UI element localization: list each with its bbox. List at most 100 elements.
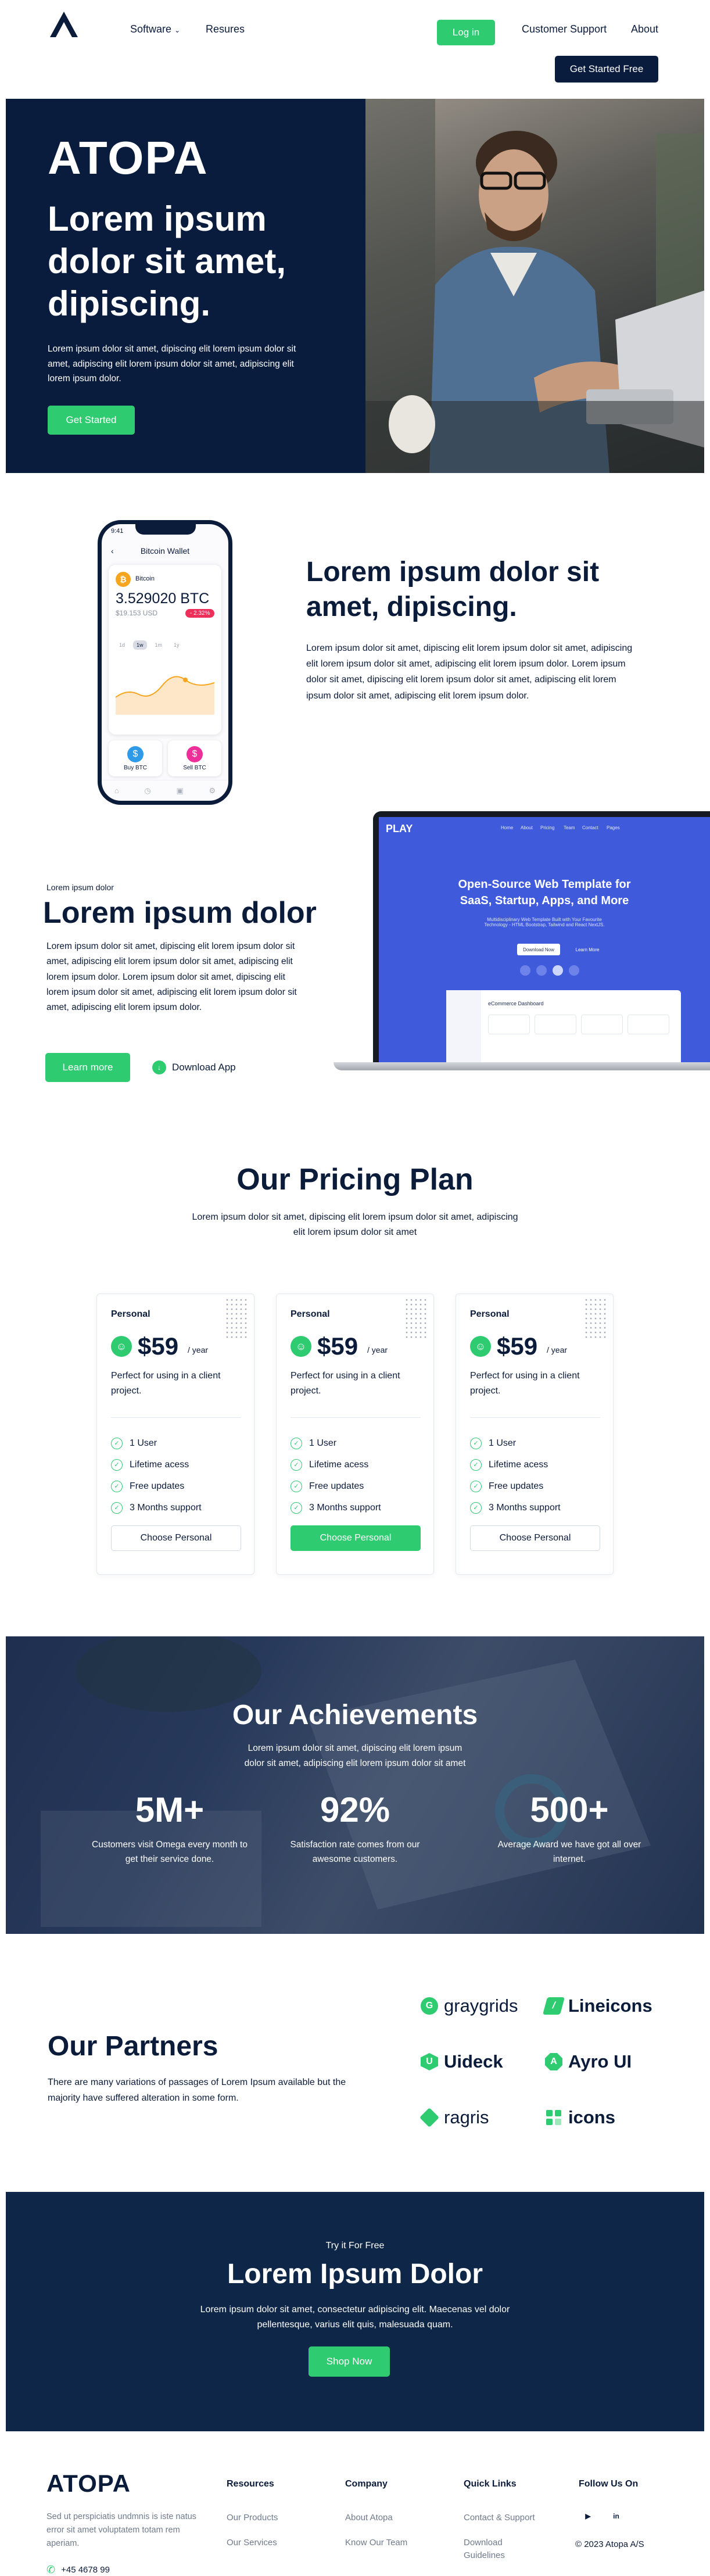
change-badge: - 2.32%: [185, 609, 215, 618]
nav-software[interactable]: Software ⌄: [130, 23, 180, 35]
footer-link[interactable]: Our Services: [227, 2536, 278, 2550]
plan-feature: ✓ Lifetime acess: [291, 1454, 381, 1475]
shop-now-button[interactable]: Shop Now: [309, 2346, 390, 2377]
plan-price: $59: [138, 1332, 179, 1360]
check-icon: ✓: [111, 1459, 123, 1471]
plan-smile-icon: ☺: [291, 1336, 311, 1357]
range-tabs: 1d 1w 1m 1y: [116, 640, 183, 650]
footer-link[interactable]: Contact & Support: [464, 2511, 551, 2525]
partner-logo-ragris[interactable]: ragris: [419, 2107, 489, 2128]
partner-logo-lineicons[interactable]: / Lineicons: [542, 1995, 652, 2016]
preview-sub-text: Multidisciplinary Web Template Built wit…: [484, 917, 605, 927]
nav-customer-support[interactable]: Customer Support: [522, 23, 607, 35]
footer-column-heading: Follow Us On: [579, 2479, 639, 2489]
footer-phone-number: +45 4678 99: [61, 2565, 110, 2575]
chevron-down-icon: ⌄: [174, 26, 181, 34]
plan-features: ✓ 1 User ✓ Lifetime acess ✓ Free updates ✓ 3…: [111, 1432, 202, 1518]
stat-label: Average Award we have got all over inter…: [497, 1840, 641, 1864]
partner-logo-graygrids[interactable]: G graygrids: [421, 1995, 518, 2016]
range-tab[interactable]: 1w: [133, 640, 147, 650]
site-header: Software ⌄ Resures Log in Customer Suppo…: [0, 0, 710, 99]
buy-btc-button[interactable]: $ Buy BTC: [109, 740, 162, 776]
range-tab[interactable]: 1d: [116, 640, 128, 650]
copyright: © 2023 Atopa A/S: [575, 2539, 644, 2549]
plan-feature-text: Lifetime acess: [309, 1459, 369, 1470]
hero-brand: ATOPA: [48, 132, 209, 184]
range-tab[interactable]: 1m: [152, 640, 166, 650]
home-icon[interactable]: ⌂: [114, 786, 119, 795]
login-button[interactable]: Log in: [437, 20, 495, 45]
footer-brand[interactable]: ATOPA: [46, 2470, 131, 2498]
preview-dashboard: eCommerce Dashboard: [446, 990, 681, 1062]
btc-amount: 3.529020 BTC: [116, 590, 210, 607]
get-started-free-button[interactable]: Get Started Free: [555, 56, 658, 83]
check-icon: ✓: [291, 1459, 302, 1471]
partner-logo-ayroui[interactable]: A Ayro UI: [545, 2051, 632, 2072]
man-with-laptop-illustration: [365, 99, 704, 473]
plan-name: Personal: [470, 1309, 510, 1319]
learn-more-button[interactable]: Learn more: [45, 1053, 130, 1082]
nav-about[interactable]: About: [631, 23, 658, 35]
wallet-icon[interactable]: ▣: [176, 786, 183, 796]
partner-logo-icons[interactable]: icons: [545, 2107, 615, 2128]
plan-divider: [470, 1417, 600, 1418]
sell-btc-button[interactable]: $ Sell BTC: [168, 740, 221, 776]
ayro-icon: A: [545, 2053, 562, 2070]
settings-icon[interactable]: ⚙: [209, 786, 216, 796]
footer-column-heading: Quick Links: [464, 2479, 517, 2489]
plan-feature-text: 3 Months support: [130, 1502, 202, 1513]
laptop-screen: PLAY Home About Pricing Team Contact Pag…: [373, 811, 710, 1062]
footer-phone[interactable]: ✆ +45 4678 99: [46, 2564, 110, 2576]
plan-name: Personal: [111, 1309, 150, 1319]
footer-column-company: Company About Atopa Know Our Team: [345, 2479, 407, 2561]
price-chart: [116, 676, 214, 715]
partner-name: Ayro UI: [568, 2051, 632, 2072]
lineicons-icon: /: [542, 1997, 565, 2015]
achievements-title: Our Achievements: [232, 1700, 478, 1731]
choose-plan-button[interactable]: Choose Personal: [470, 1525, 600, 1551]
dashboard-card: [488, 1015, 530, 1034]
plan-feature: ✓ Free updates: [291, 1475, 381, 1497]
linkedin-icon[interactable]: in: [607, 2507, 625, 2525]
footer-column-heading: Resources: [227, 2479, 274, 2489]
choose-plan-button[interactable]: Choose Personal: [111, 1525, 241, 1551]
plan-description: Perfect for using in a client project.: [470, 1371, 580, 1396]
dashboard-sidebar: [446, 990, 481, 1062]
stat-block: 92% Satisfaction rate comes from our awe…: [274, 1790, 436, 1867]
cta-eyebrow: Try it For Free: [325, 2241, 385, 2251]
atopa-logo-icon[interactable]: [49, 10, 79, 38]
partner-logo-uideck[interactable]: U Uideck: [421, 2051, 503, 2072]
laptop-mockup: PLAY Home About Pricing Team Contact Pag…: [334, 811, 710, 1076]
nav-resources[interactable]: Resures: [206, 23, 245, 35]
laptop-base: [334, 1062, 710, 1070]
dashboard-title: eCommerce Dashboard: [488, 1001, 544, 1006]
choose-plan-button[interactable]: Choose Personal: [291, 1525, 421, 1551]
hero-title: Lorem ipsum dolor sit amet, dipiscing.: [48, 199, 286, 324]
plan-period: / year: [547, 1345, 568, 1355]
footer-link[interactable]: Our Products: [227, 2511, 278, 2525]
clock-icon[interactable]: ◷: [144, 786, 150, 796]
footer-link[interactable]: About Atopa: [345, 2511, 407, 2525]
check-icon: ✓: [470, 1502, 482, 1514]
plan-description: Perfect for using in a client project.: [291, 1371, 400, 1396]
partners-title: Our Partners: [48, 2031, 218, 2062]
partner-name: Lineicons: [568, 1995, 652, 2016]
plan-feature-text: 3 Months support: [489, 1502, 561, 1513]
feature2-title: Lorem ipsum dolor: [43, 896, 317, 930]
plan-divider: [111, 1417, 241, 1418]
plan-feature-text: Free updates: [489, 1481, 544, 1491]
footer-link[interactable]: Know Our Team: [345, 2536, 407, 2550]
stat-label: Satisfaction rate comes from our awesome…: [290, 1840, 420, 1864]
wallet-card: ₿ Bitcoin 3.529020 BTC $19.153 USD - 2.3…: [109, 565, 221, 735]
check-icon: ✓: [111, 1437, 123, 1449]
play-brand: PLAY: [386, 823, 413, 834]
footer-link[interactable]: Download Guidelines: [464, 2536, 522, 2563]
youtube-icon[interactable]: ▶: [579, 2507, 597, 2525]
plan-feature: ✓ 3 Months support: [111, 1497, 202, 1518]
phone-icon: ✆: [46, 2564, 56, 2575]
download-app-link[interactable]: ↓ Download App: [152, 1061, 236, 1074]
dashboard-card: [627, 1015, 669, 1034]
range-tab[interactable]: 1y: [170, 640, 183, 650]
preview-headline-text: Open-Source Web Template for SaaS, Start…: [458, 878, 631, 907]
hero-get-started-button[interactable]: Get Started: [48, 406, 135, 435]
